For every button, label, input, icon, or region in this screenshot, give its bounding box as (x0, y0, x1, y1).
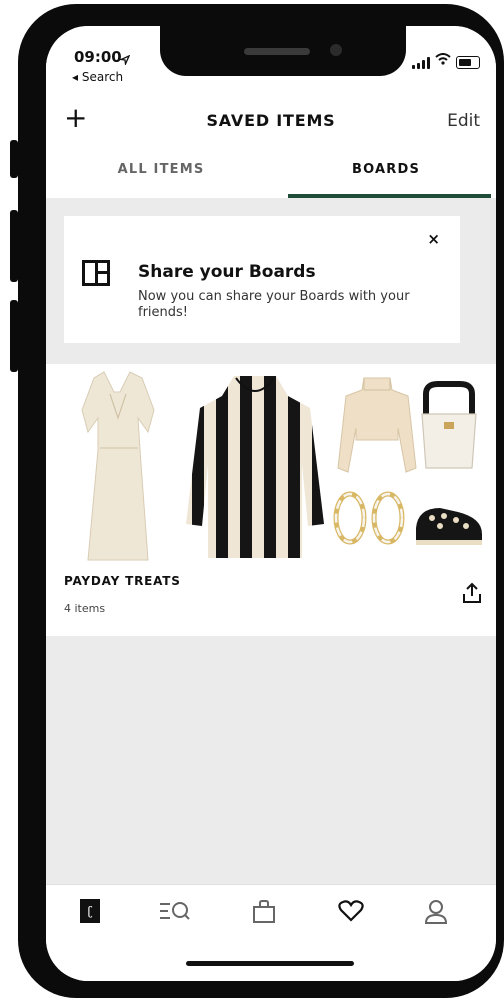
volume-up-button (10, 210, 18, 282)
banner-title: Share your Boards (138, 262, 316, 282)
location-icon (118, 50, 131, 69)
active-tab-indicator (288, 194, 491, 198)
product-image-white-dress (81, 371, 155, 561)
edit-button[interactable]: Edit (447, 111, 480, 131)
notch (160, 26, 406, 76)
status-icons (412, 50, 480, 69)
home-logo-icon[interactable]: ʗ (80, 899, 100, 927)
tab-all-items[interactable]: ALL ITEMS (46, 162, 276, 177)
tab-boards[interactable]: BOARDS (276, 162, 496, 177)
speaker (244, 48, 310, 55)
account-icon[interactable] (424, 899, 448, 929)
banner-text: Now you can share your Boards with your … (138, 289, 410, 320)
board-item-count: 4 items (64, 602, 106, 615)
phone-frame: 09:00 ◂ Search + SAVED ITEMS Edit ALL IT… (18, 4, 504, 998)
svg-text:ʗ: ʗ (87, 904, 92, 918)
board-card[interactable]: PAYDAY TREATS 4 items (46, 364, 496, 636)
product-image-striped-hoodie (186, 376, 324, 558)
signal-icon (412, 57, 430, 69)
product-image-hoop-earrings (333, 491, 405, 545)
share-boards-banner: Share your Boards Now you can share your… (64, 216, 460, 343)
product-image-cream-sweater (337, 377, 417, 473)
share-icon[interactable] (462, 582, 482, 608)
page-title: SAVED ITEMS (206, 111, 336, 130)
heart-icon[interactable] (338, 899, 364, 927)
tab-bar: ALL ITEMS BOARDS (46, 144, 496, 198)
back-to-search-link[interactable]: ◂ Search (72, 70, 123, 84)
product-image-bucket-bag (421, 381, 477, 469)
product-image-embellished-shoes (416, 508, 482, 545)
volume-down-button (10, 300, 18, 372)
clock: 09:00 (74, 48, 122, 66)
board-icon (82, 260, 110, 286)
bag-icon[interactable] (252, 899, 276, 927)
close-banner-button[interactable]: × (427, 230, 440, 248)
wifi-icon (435, 50, 451, 69)
screen: 09:00 ◂ Search + SAVED ITEMS Edit ALL IT… (46, 26, 496, 981)
search-list-icon[interactable] (158, 899, 192, 927)
nav-header: + SAVED ITEMS Edit (46, 98, 496, 145)
camera (330, 44, 342, 56)
bottom-nav: ʗ (46, 884, 496, 981)
board-name: PAYDAY TREATS (64, 574, 181, 588)
battery-icon (456, 56, 480, 69)
silent-switch (10, 140, 18, 178)
home-indicator[interactable] (186, 961, 354, 966)
